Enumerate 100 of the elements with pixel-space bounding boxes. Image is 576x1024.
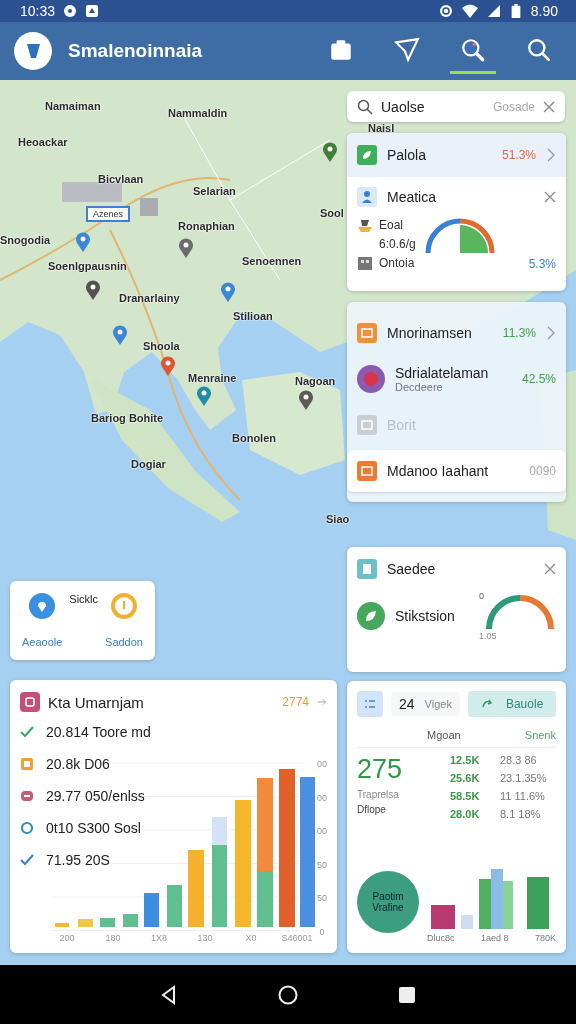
axis-label: Dluc8c xyxy=(427,933,455,943)
axis-label: 00 xyxy=(317,792,327,803)
detail-text: Ontoia xyxy=(379,256,415,270)
row-title: Mdanoo Iaahant xyxy=(387,463,489,479)
person-icon xyxy=(357,187,377,207)
square-icon xyxy=(20,692,40,712)
list-row[interactable]: Mnorinamsen 11.3% xyxy=(347,312,566,354)
book-icon xyxy=(357,559,377,579)
axis-label: 780K xyxy=(534,933,556,943)
list-row[interactable]: Sdrialatelaman Decdeere 42.5% xyxy=(347,358,566,400)
axis-label: 130 xyxy=(197,933,213,943)
map-place-label: Sool xyxy=(320,207,344,219)
map-pin-icon[interactable] xyxy=(298,390,314,410)
close-icon[interactable] xyxy=(544,563,556,575)
refresh-icon xyxy=(480,698,493,710)
close-icon[interactable] xyxy=(543,100,555,113)
caption-text: Dflope xyxy=(357,804,387,815)
legend-label: Saddon xyxy=(105,636,143,648)
stat-text: 0t10 S300 Sosl xyxy=(46,820,141,836)
map-place-label: Bonolen xyxy=(232,432,276,444)
map-place-label: Shoola xyxy=(143,340,180,352)
axis-label: 00 xyxy=(317,826,327,836)
row-title: Sdrialatelaman xyxy=(395,365,489,381)
gauge-max-label: 1.05 xyxy=(479,631,498,641)
status-time: 10:33 xyxy=(20,3,56,19)
axis-label: 50 xyxy=(317,893,327,903)
axis-label: 180 xyxy=(105,933,121,943)
map-callout: Azenes xyxy=(86,206,131,222)
battery-level: 8.90 xyxy=(530,3,558,19)
signal-icon xyxy=(486,4,501,18)
row-title: Palola xyxy=(387,147,426,163)
map-pin-icon[interactable] xyxy=(322,142,338,162)
close-icon[interactable] xyxy=(544,191,556,203)
chevron-right-icon xyxy=(546,326,556,340)
search-field[interactable]: Uaolse Gosade xyxy=(347,91,565,122)
stat-text: 20.814 Toore md xyxy=(46,724,151,740)
axis-label: 0 xyxy=(319,926,325,937)
map-place-label: Senoennen xyxy=(242,255,302,267)
section-title: Meatica xyxy=(387,189,437,205)
axis-label: X0 xyxy=(245,933,257,943)
map-pin-icon[interactable] xyxy=(160,356,176,376)
axis-label: 00 xyxy=(317,759,327,769)
notification-icon xyxy=(85,4,100,18)
row-title: Mnorinamsen xyxy=(387,325,472,341)
table-cell-text: 8.1 18% xyxy=(500,808,542,820)
map-place-label: Bariog Bohite xyxy=(91,412,164,424)
home-icon[interactable] xyxy=(278,984,298,1005)
search-value: Uaolse xyxy=(381,98,425,115)
building-icon xyxy=(357,255,373,271)
map-place-label: Snogodia xyxy=(0,234,51,246)
caption-text: Traprelsa xyxy=(357,789,400,800)
count-field[interactable]: 24 Vigek xyxy=(391,692,460,716)
list-button[interactable] xyxy=(357,691,383,717)
location-pin-icon[interactable] xyxy=(29,593,56,619)
map-place-label: Stilioan xyxy=(233,310,273,322)
stat-text: 29.77 050/enlss xyxy=(46,788,145,804)
chevron-right-icon xyxy=(546,148,556,162)
map-pin-icon[interactable] xyxy=(75,232,91,252)
map-place-label: Siao xyxy=(326,513,350,525)
gauge-min-label: 0 xyxy=(479,591,484,601)
detail-text: 6:0.6/g xyxy=(379,237,416,251)
map-pin-icon[interactable] xyxy=(112,325,128,345)
map-place-label: Ronaphian xyxy=(178,220,235,232)
map-place-label: Soenlgpausnin xyxy=(48,260,127,272)
table-cell-text: 28.3 86 xyxy=(500,754,538,766)
row-subtitle: Decdeere xyxy=(395,381,444,393)
gauge-value: 5.3% xyxy=(528,257,556,271)
column-header: Snenk xyxy=(524,729,556,741)
map-place-label: Dranarlainy xyxy=(119,292,180,304)
map-place-label: Menraine xyxy=(188,372,237,384)
map-place-label: Namaiman xyxy=(45,100,101,112)
recents-icon[interactable] xyxy=(396,984,417,1005)
row-value: 0090 xyxy=(529,464,556,478)
map-pin-icon[interactable] xyxy=(220,282,236,302)
card-title: Saedee xyxy=(387,561,436,577)
map-pin-icon[interactable] xyxy=(178,238,194,258)
alarm-icon xyxy=(438,4,453,18)
stat-text: 71.95 20S xyxy=(46,852,110,868)
table-cell-text: 11 11.6% xyxy=(500,790,546,802)
map-pin-icon[interactable] xyxy=(85,280,101,300)
table-cell-text: 25.6K xyxy=(450,772,481,784)
search-icon xyxy=(357,98,373,115)
column-header: Mgoan xyxy=(427,729,461,741)
list-row[interactable]: Mdanoo Iaahant 0090 xyxy=(347,450,566,492)
card-title: Kta Umarnjam xyxy=(48,693,144,711)
map-place-label: Nagoan xyxy=(295,375,336,387)
list-icon xyxy=(364,698,376,710)
app-logo-icon xyxy=(14,32,52,70)
list-row[interactable]: Palola 51.3% xyxy=(347,133,566,177)
map-pin-icon[interactable] xyxy=(196,386,212,406)
axis-label: 1X8 xyxy=(151,933,167,943)
table-cell-text: 12.5K xyxy=(450,754,481,766)
row-value: 51.3% xyxy=(501,148,536,162)
search-hint: Gosade xyxy=(492,99,535,114)
leaf-icon xyxy=(357,145,377,165)
axis-label: 50 xyxy=(317,859,327,870)
map-place-label: Dogiar xyxy=(131,458,166,470)
row-value: 42.5% xyxy=(521,372,556,386)
ship-icon xyxy=(357,217,373,233)
map-place-label: Selarian xyxy=(193,185,236,197)
